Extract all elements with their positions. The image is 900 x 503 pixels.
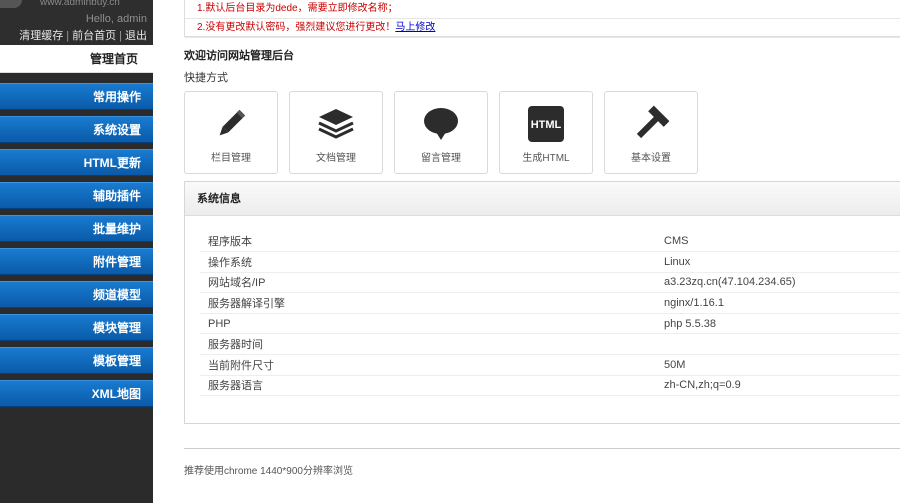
table-row: 服务器解译引擎 nginx/1.16.1: [200, 292, 900, 314]
logo-url: www.adminbuy.cn: [40, 0, 120, 8]
info-value: nginx/1.16.1: [656, 292, 900, 314]
shortcut-label: 基本设置: [631, 153, 671, 164]
nav-item-attachments[interactable]: 附件管理: [0, 248, 153, 275]
welcome-title: 欢迎访问网站管理后台: [184, 50, 294, 62]
info-key: 服务器语言: [200, 375, 656, 397]
shortcut-label: 栏目管理: [211, 153, 251, 164]
info-key: PHP: [200, 313, 656, 335]
front-home-link[interactable]: 前台首页: [72, 30, 116, 42]
info-value: Linux: [656, 251, 900, 273]
change-password-link[interactable]: 马上修改: [395, 22, 435, 33]
speech-bubble-icon: [421, 104, 461, 144]
hammer-icon: [631, 104, 671, 144]
table-row: 网站域名/IP a3.23zq.cn(47.104.234.65): [200, 272, 900, 294]
nav-item-channel-model[interactable]: 频道模型: [0, 281, 153, 308]
table-row: 服务器时间: [200, 333, 900, 356]
system-info-title: 系统信息: [185, 182, 900, 216]
logo-icon: [0, 0, 22, 8]
system-info-panel: 系统信息 程序版本 CMS 操作系统 Linux 网站域名/IP a3.23zq.cn…: [184, 181, 900, 424]
shortcut-generate-html[interactable]: HTML 生成HTML: [499, 91, 593, 174]
nav-item-templates[interactable]: 模板管理: [0, 347, 153, 374]
shortcut-label: 留言管理: [421, 153, 461, 164]
info-key: 程序版本: [200, 231, 656, 253]
nav-item-html-update[interactable]: HTML更新: [0, 149, 153, 176]
notice-box: 1.默认后台目录为dede，需要立即修改名称； 2.没有更改默认密码，强烈建议您…: [184, 0, 900, 38]
notice-line-2: 2.没有更改默认密码，强烈建议您进行更改！马上修改: [185, 19, 900, 38]
nav-home[interactable]: 管理首页: [0, 45, 153, 73]
table-row: 服务器语言 zh-CN,zh;q=0.9: [200, 375, 900, 397]
shortcuts: 栏目管理 文档管理 留言管理 HTML 生成HTML 基本设置: [184, 91, 698, 174]
info-value: a3.23zq.cn(47.104.234.65): [656, 272, 900, 294]
table-row: 程序版本 CMS: [200, 231, 900, 253]
shortcut-basic-settings[interactable]: 基本设置: [604, 91, 698, 174]
separator: |: [66, 30, 70, 42]
info-value: CMS: [656, 231, 900, 253]
table-row: PHP php 5.5.38: [200, 313, 900, 335]
nav-item-xml-map[interactable]: XML地图: [0, 380, 153, 407]
footer-text: 推荐使用chrome 1440*900分辨率浏览: [184, 466, 353, 477]
table-row: 操作系统 Linux: [200, 251, 900, 273]
info-key: 服务器解译引擎: [200, 292, 656, 314]
sidebar: www.adminbuy.cn Hello, admin 清理缓存 | 前台首页 | 退…: [0, 0, 153, 503]
nav-list: 常用操作 系统设置 HTML更新 辅助插件 批量维护 附件管理 频道模型 模块管…: [0, 73, 153, 407]
info-value: 50M: [656, 354, 900, 376]
system-info-table: 程序版本 CMS 操作系统 Linux 网站域名/IP a3.23zq.cn(47.1…: [200, 231, 900, 397]
stack-icon: [316, 104, 356, 144]
shortcuts-title: 快捷方式: [184, 72, 228, 84]
info-key: 服务器时间: [200, 333, 656, 356]
info-value: php 5.5.38: [656, 313, 900, 335]
info-key: 操作系统: [200, 251, 656, 273]
clear-cache-link[interactable]: 清理缓存: [19, 30, 63, 42]
separator: |: [119, 30, 122, 42]
info-value: zh-CN,zh;q=0.9: [656, 375, 900, 397]
info-key: 网站域名/IP: [200, 272, 656, 294]
nav-item-common[interactable]: 常用操作: [0, 83, 153, 110]
nav-item-modules[interactable]: 模块管理: [0, 314, 153, 341]
header-links: 清理缓存 | 前台首页 | 退出: [19, 27, 147, 43]
notice-line-2-text: 2.没有更改默认密码，强烈建议您进行更改！: [197, 22, 396, 33]
shortcut-documents[interactable]: 文档管理: [289, 91, 383, 174]
table-row: 当前附件尺寸 50M: [200, 354, 900, 376]
pencil-icon: [211, 104, 251, 144]
notice-line-1: 1.默认后台目录为dede，需要立即修改名称；: [185, 0, 900, 19]
nav-item-batch[interactable]: 批量维护: [0, 215, 153, 242]
shortcut-messages[interactable]: 留言管理: [394, 91, 488, 174]
info-key: 当前附件尺寸: [200, 354, 656, 376]
info-value: [656, 333, 900, 356]
footer-divider: [184, 448, 900, 449]
html-icon: HTML: [526, 104, 566, 144]
shortcut-label: 文档管理: [316, 153, 356, 164]
shortcut-category[interactable]: 栏目管理: [184, 91, 278, 174]
shortcut-label: 生成HTML: [522, 153, 570, 164]
brand-header: www.adminbuy.cn Hello, admin 清理缓存 | 前台首页 | 退…: [0, 0, 153, 45]
svg-text:HTML: HTML: [531, 119, 562, 131]
nav-item-system-settings[interactable]: 系统设置: [0, 116, 153, 143]
user-greeting: Hello, admin: [85, 13, 147, 25]
logout-link[interactable]: 退出: [125, 30, 147, 42]
nav-item-plugins[interactable]: 辅助插件: [0, 182, 153, 209]
